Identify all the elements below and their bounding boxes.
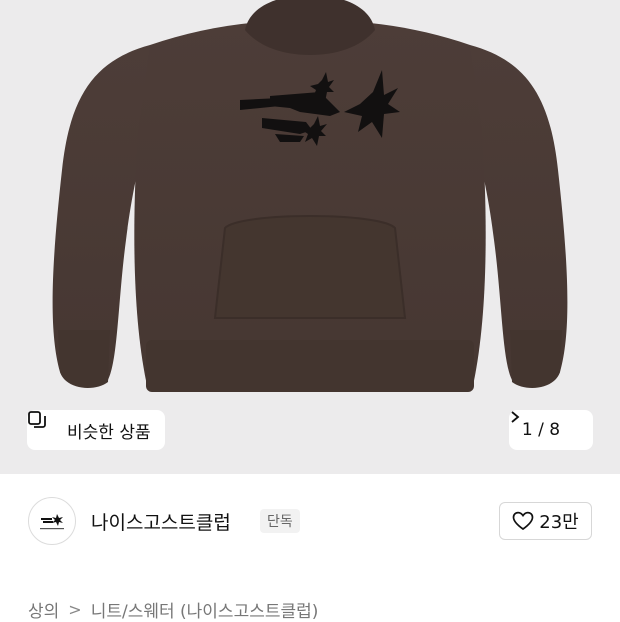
heart-icon [512, 511, 534, 531]
similar-products-button[interactable]: 비슷한 상품 [27, 410, 165, 450]
product-image [52, 0, 568, 392]
breadcrumb: 상의 > 니트/스웨터 (나이스고스트클럽) [28, 597, 318, 622]
brand-name[interactable]: 나이스고스트클럽 [91, 508, 231, 535]
similar-products-icon [28, 411, 59, 440]
exclusive-badge: 단독 [260, 509, 300, 533]
brand-logo[interactable] [28, 497, 76, 545]
image-pager-button[interactable]: 1 / 8 [509, 410, 593, 450]
breadcrumb-separator: > [68, 600, 82, 619]
product-image-gallery[interactable]: 비슷한 상품 1 / 8 [0, 0, 620, 474]
like-count: 23만 [539, 512, 579, 533]
chevron-right-icon [511, 411, 580, 437]
breadcrumb-item-category[interactable]: 상의 [28, 597, 59, 622]
brand-row: 나이스고스트클럽 단독 23만 [0, 474, 620, 570]
brand-logo-mark-icon [40, 514, 64, 530]
page-indicator: 1 / 8 [521, 420, 561, 440]
like-button[interactable]: 23만 [499, 502, 592, 540]
breadcrumb-item-subcategory[interactable]: 니트/스웨터 (나이스고스트클럽) [91, 597, 319, 622]
similar-products-label: 비슷한 상품 [67, 422, 151, 443]
